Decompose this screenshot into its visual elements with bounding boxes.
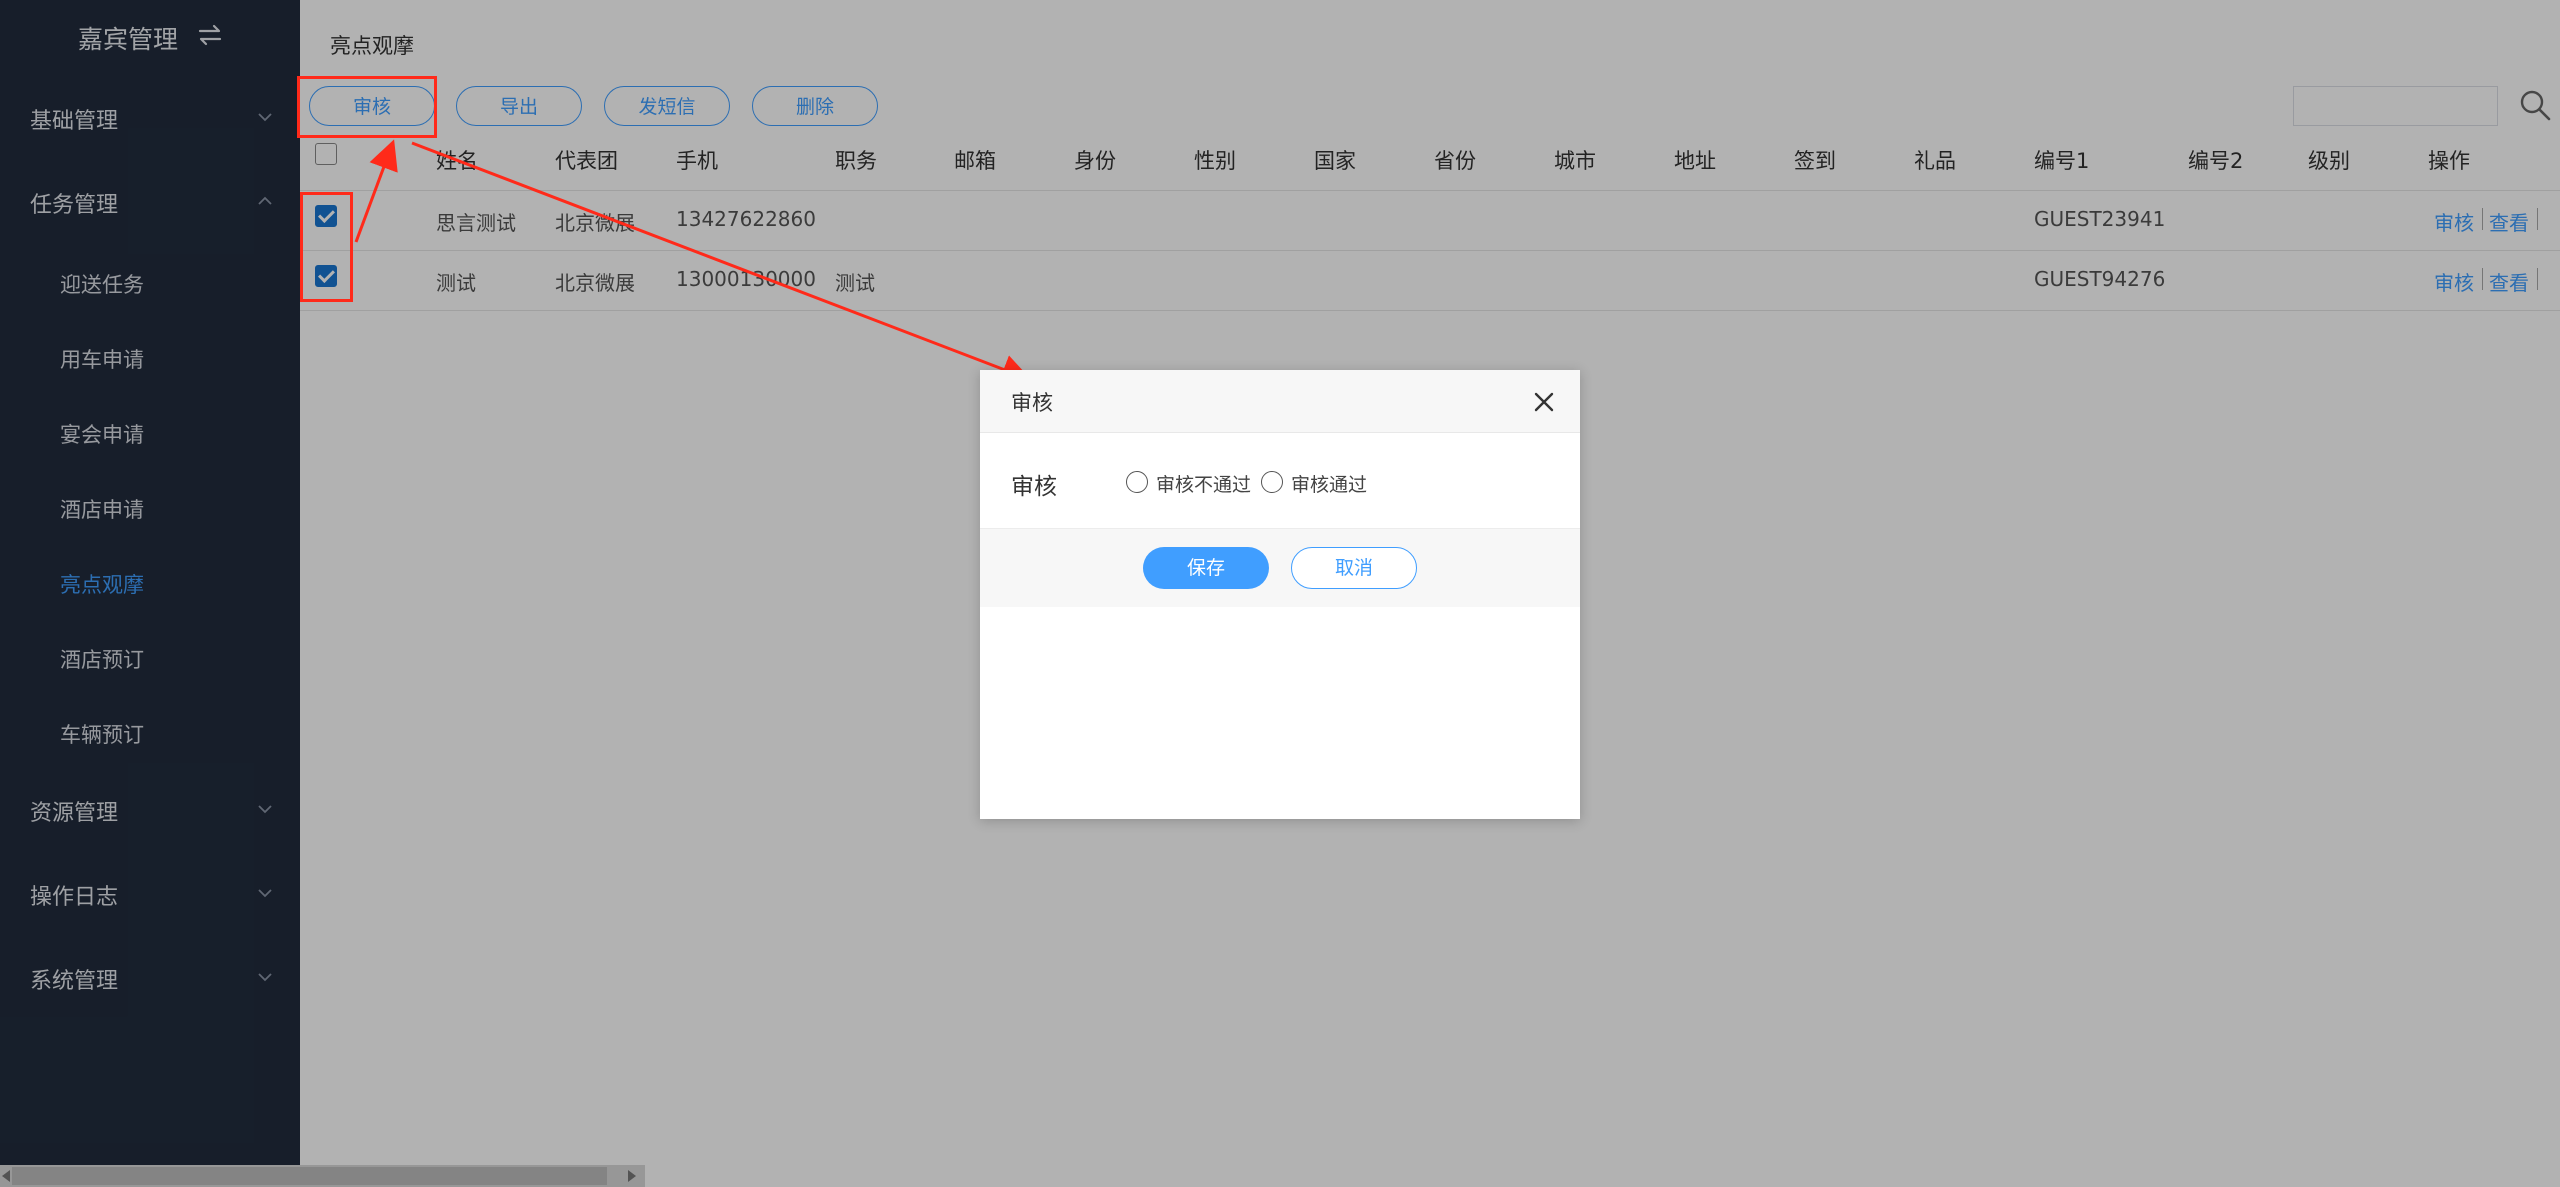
dialog-title: 审核 (1011, 391, 1053, 415)
audit-field-label: 审核 (1011, 474, 1057, 500)
audit-dialog: 审核 审核 审核不通过 审核通过 保存 取消 (980, 370, 1580, 819)
radio-approve-label[interactable]: 审核通过 (1291, 470, 1367, 497)
dialog-footer: 保存 取消 (980, 528, 1580, 607)
save-button[interactable]: 保存 (1143, 547, 1269, 589)
close-icon[interactable] (1533, 391, 1555, 413)
radio-reject[interactable] (1126, 471, 1148, 493)
radio-approve[interactable] (1261, 471, 1283, 493)
radio-reject-label[interactable]: 审核不通过 (1156, 470, 1251, 497)
cancel-button[interactable]: 取消 (1291, 547, 1417, 589)
dialog-header: 审核 (980, 370, 1580, 433)
